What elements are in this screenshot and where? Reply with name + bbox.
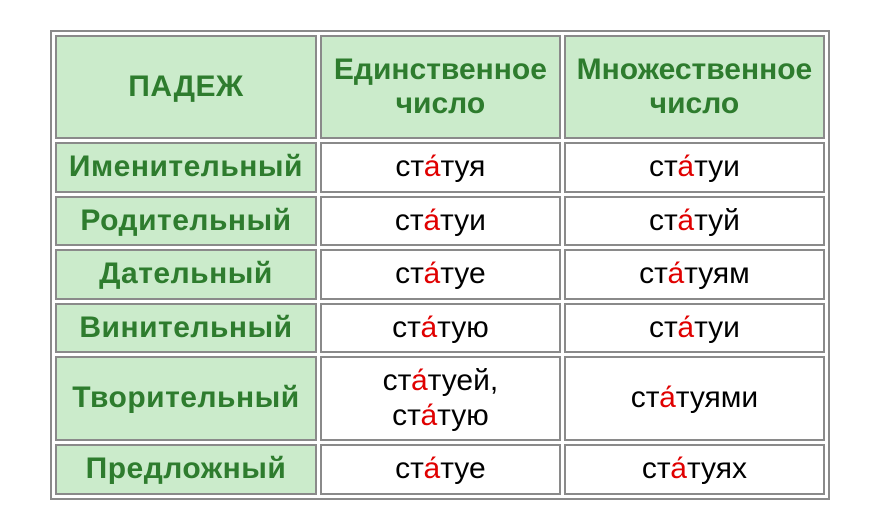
cell-plural: ста́туй [564, 196, 825, 247]
header-plural: Множественное число [564, 35, 825, 139]
word-post: туи [694, 150, 740, 183]
cell-plural: ста́туями [564, 356, 825, 441]
header-singular: Единственное число [320, 35, 561, 139]
cell-singular: ста́туя [320, 142, 561, 193]
table-row: Предложный ста́туе ста́туях [55, 444, 825, 495]
case-name: Творительный [55, 356, 317, 441]
word-post: туям [684, 257, 750, 290]
word-accent: а́ [677, 204, 694, 237]
word-post: туя [440, 150, 485, 183]
table-row: Творительный ста́туей, ста́тую ста́туями [55, 356, 825, 441]
case-name: Предложный [55, 444, 317, 495]
word-pre: ст [395, 150, 423, 183]
word-accent: а́ [424, 257, 441, 290]
table-row: Именительный ста́туя ста́туи [55, 142, 825, 193]
cell-plural: ста́туях [564, 444, 825, 495]
header-singular-l1: Единственное [332, 53, 549, 88]
word-pre: ст [639, 257, 667, 290]
case-name: Винительный [55, 303, 317, 354]
header-singular-l2: число [332, 87, 549, 122]
word-post: тую [437, 311, 489, 344]
header-row: ПАДЕЖ Единственное число Множественное ч… [55, 35, 825, 139]
case-name: Именительный [55, 142, 317, 193]
cell-singular: ста́туей, ста́тую [320, 356, 561, 441]
word-pre: ст [395, 452, 423, 485]
word-post: туи [440, 204, 486, 237]
word-accent: а́ [423, 204, 440, 237]
word-post: туй [694, 204, 740, 237]
table-row: Винительный ста́тую ста́туи [55, 303, 825, 354]
cell-plural: ста́туи [564, 142, 825, 193]
word-post: тую [437, 399, 489, 432]
word-post: туями [676, 381, 758, 414]
declension-table: ПАДЕЖ Единственное число Множественное ч… [50, 30, 830, 500]
header-plural-l2: число [576, 87, 813, 122]
word-pre: ст [392, 399, 420, 432]
word-pre: ст [383, 364, 411, 397]
table-row: Родительный ста́туи ста́туй [55, 196, 825, 247]
word-accent: а́ [420, 311, 437, 344]
word-pre: ст [649, 311, 677, 344]
word-accent: а́ [667, 257, 684, 290]
header-plural-l1: Множественное [576, 53, 813, 88]
cell-singular: ста́туе [320, 249, 561, 300]
word-post: туях [687, 452, 747, 485]
word-pre: ст [649, 150, 677, 183]
word-post: туей, [428, 364, 499, 397]
word-post: туе [440, 257, 485, 290]
word-accent: а́ [411, 364, 428, 397]
word-accent: а́ [420, 399, 437, 432]
word-pre: ст [392, 311, 420, 344]
table-row: Дательный ста́туе ста́туям [55, 249, 825, 300]
cell-plural: ста́туям [564, 249, 825, 300]
word-accent: а́ [424, 150, 441, 183]
word-accent: а́ [424, 452, 441, 485]
header-case: ПАДЕЖ [55, 35, 317, 139]
word-accent: а́ [670, 452, 687, 485]
word-accent: а́ [659, 381, 676, 414]
word-pre: ст [642, 452, 670, 485]
word-pre: ст [395, 257, 423, 290]
word-pre: ст [649, 204, 677, 237]
cell-singular: ста́тую [320, 303, 561, 354]
word-accent: а́ [677, 150, 694, 183]
word-accent: а́ [677, 311, 694, 344]
cell-singular: ста́туе [320, 444, 561, 495]
case-name: Дательный [55, 249, 317, 300]
word-post: туе [440, 452, 485, 485]
cell-singular: ста́туи [320, 196, 561, 247]
word-post: туи [694, 311, 740, 344]
word-pre: ст [395, 204, 423, 237]
case-name: Родительный [55, 196, 317, 247]
cell-plural: ста́туи [564, 303, 825, 354]
word-pre: ст [631, 381, 659, 414]
